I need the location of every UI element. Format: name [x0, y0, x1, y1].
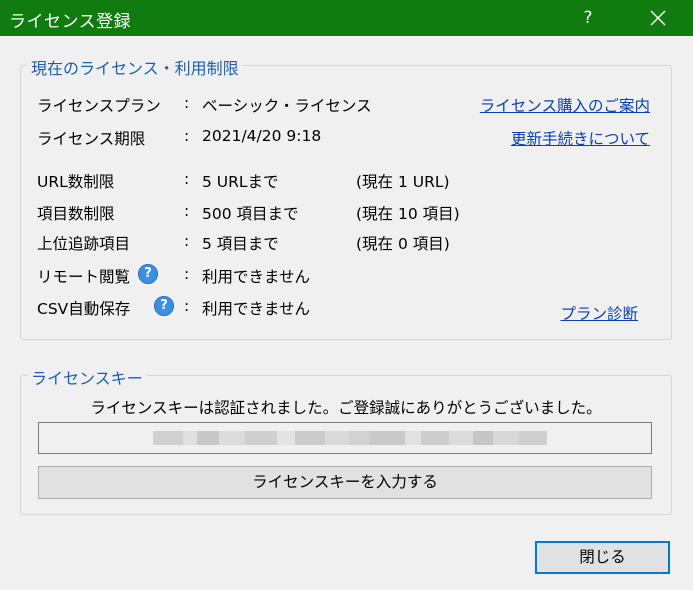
obscured-key-block — [183, 431, 197, 445]
license-key-field — [38, 422, 652, 454]
license-dialog: ライセンス登録 ? 現在のライセンス・利用制限 ライセンスプラン : ベーシック… — [0, 0, 693, 590]
url-limit-colon: : — [184, 170, 190, 188]
item-limit-colon: : — [184, 202, 190, 220]
obscured-key-block — [349, 431, 369, 445]
obscured-key-block — [197, 431, 219, 445]
obscured-key-block — [519, 431, 547, 445]
close-window-button[interactable] — [636, 0, 680, 36]
obscured-key-block — [421, 431, 449, 445]
tracking-limit-colon: : — [184, 232, 190, 250]
enter-license-key-button[interactable]: ライセンスキーを入力する — [38, 466, 652, 499]
help-button[interactable]: ? — [566, 0, 610, 36]
window-title: ライセンス登録 — [9, 12, 132, 32]
remote-view-value: 利用できません — [202, 268, 311, 286]
obscured-key-block — [473, 431, 493, 445]
remote-view-colon: : — [184, 265, 190, 283]
tracking-limit-label: 上位追跡項目 — [37, 235, 131, 253]
obscured-key-block — [325, 431, 349, 445]
license-key-group: ライセンスキー ライセンスキーは認証されました。ご登録誠にありがとうございました… — [20, 365, 672, 515]
obscured-key-block — [405, 431, 421, 445]
item-limit-value: 500 項目まで — [202, 205, 299, 223]
csv-autosave-colon: : — [184, 297, 190, 315]
obscured-key-block — [369, 431, 405, 445]
url-limit-label: URL数制限 — [37, 173, 115, 191]
license-key-group-title: ライセンスキー — [28, 365, 146, 389]
tracking-limit-current: (現在 0 項目) — [356, 235, 450, 253]
obscured-key-block — [449, 431, 473, 445]
obscured-key-block — [277, 431, 295, 445]
obscured-key-block — [219, 431, 245, 445]
plan-label: ライセンスプラン — [37, 97, 161, 115]
purchase-info-link[interactable]: ライセンス購入のご案内 — [480, 94, 650, 116]
close-icon — [650, 10, 666, 26]
expiry-value: 2021/4/20 9:18 — [202, 127, 322, 145]
obscured-key-block — [153, 431, 183, 445]
license-key-status-message: ライセンスキーは認証されました。ご登録誠にありがとうございました。 — [90, 399, 602, 417]
obscured-key-block — [295, 431, 325, 445]
url-limit-current: (現在 1 URL) — [356, 173, 450, 191]
csv-autosave-value: 利用できません — [202, 300, 311, 318]
current-license-group-title: 現在のライセンス・利用制限 — [28, 55, 242, 79]
expiry-colon: : — [184, 127, 190, 145]
obscured-key-block — [245, 431, 277, 445]
renewal-info-link[interactable]: 更新手続きについて — [511, 127, 650, 149]
expiry-label: ライセンス期限 — [37, 130, 146, 148]
item-limit-label: 項目数制限 — [37, 205, 115, 223]
url-limit-value: 5 URLまで — [202, 173, 279, 191]
plan-colon: : — [184, 94, 190, 112]
csv-autosave-label: CSV自動保存 — [37, 300, 131, 318]
remote-view-help-icon[interactable]: ? — [138, 264, 158, 284]
help-icon: ? — [583, 8, 593, 28]
plan-value: ベーシック・ライセンス — [202, 97, 372, 115]
close-button[interactable]: 閉じる — [535, 541, 670, 574]
tracking-limit-value: 5 項目まで — [202, 235, 279, 253]
plan-diagnosis-link[interactable]: プラン診断 — [560, 302, 638, 324]
title-bar: ライセンス登録 ? — [0, 0, 693, 36]
csv-autosave-help-icon[interactable]: ? — [154, 296, 174, 316]
obscured-key-block — [493, 431, 519, 445]
remote-view-label: リモート閲覧 — [37, 268, 131, 286]
current-license-group: 現在のライセンス・利用制限 ライセンスプラン : ベーシック・ライセンス ライセ… — [20, 55, 672, 340]
item-limit-current: (現在 10 項目) — [356, 205, 460, 223]
